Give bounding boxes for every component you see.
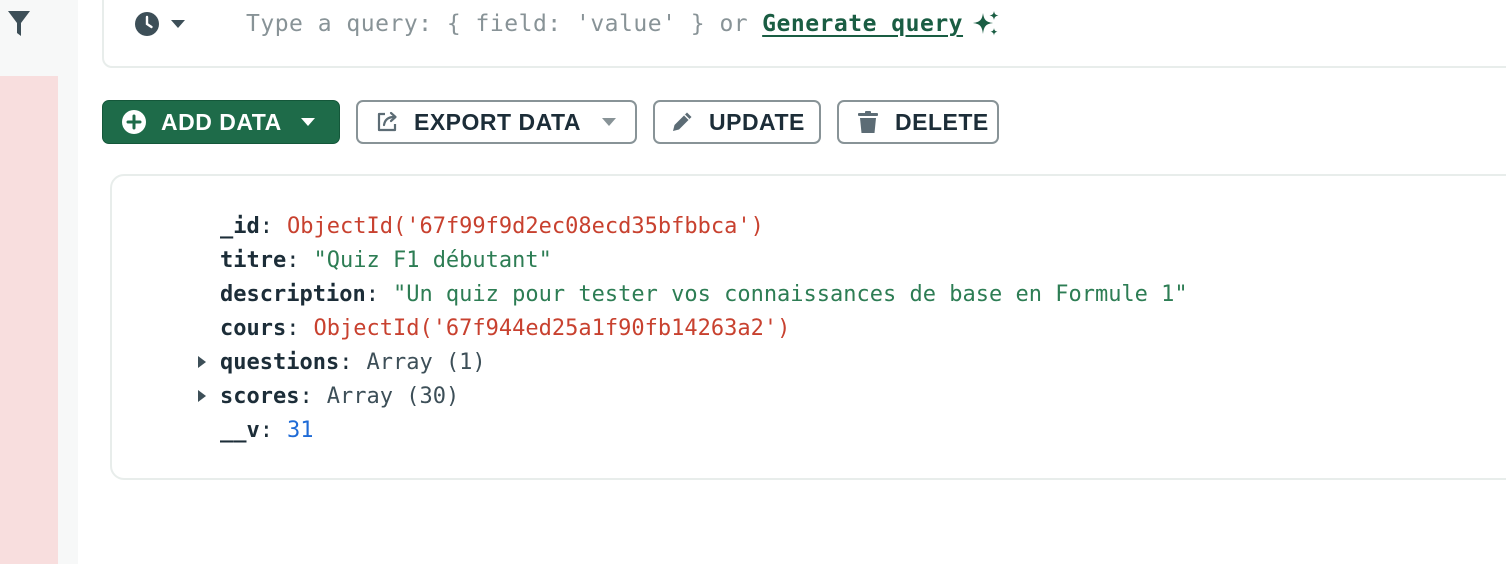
update-button[interactable]: UPDATE <box>653 100 821 144</box>
query-history-button[interactable] <box>134 10 194 38</box>
chevron-down-icon <box>300 118 315 126</box>
field-separator: : <box>259 213 273 239</box>
field-value: Array (30) <box>326 383 460 409</box>
documents-view: Type a query: { field: 'value' } or Gene… <box>0 0 1506 564</box>
field-key: description <box>220 281 366 307</box>
filter-icon[interactable] <box>6 8 32 38</box>
field-value: "Quiz F1 débutant" <box>313 247 552 273</box>
export-data-label: EXPORT DATA <box>414 108 581 135</box>
left-rail-header <box>0 0 58 76</box>
add-data-button[interactable]: ADD DATA <box>102 100 340 144</box>
query-input[interactable]: Type a query: { field: 'value' } or Gene… <box>246 6 1001 42</box>
left-rail-highlight <box>0 76 58 564</box>
export-icon <box>377 111 397 132</box>
field-key: scores <box>220 383 300 409</box>
field-value: ObjectId('67f99f9d2ec08ecd35bfbbca') <box>287 213 764 239</box>
field-separator: : <box>339 349 353 375</box>
field-separator: : <box>286 315 300 341</box>
field-key: questions <box>220 349 340 375</box>
field-separator: : <box>299 383 313 409</box>
document-field-cours: cours : ObjectId('67f944ed25a1f90fb14263… <box>220 312 790 344</box>
export-data-button[interactable]: EXPORT DATA <box>356 100 637 144</box>
field-separator: : <box>259 417 273 443</box>
expand-scores-caret-icon[interactable] <box>196 389 208 403</box>
add-data-label: ADD DATA <box>161 108 282 135</box>
field-key: __v <box>220 417 260 443</box>
document-field-questions[interactable]: questions : Array (1) <box>220 346 486 378</box>
field-value: ObjectId('67f944ed25a1f90fb14263a2') <box>313 315 791 341</box>
document-field-titre: titre : "Quiz F1 débutant" <box>220 244 552 276</box>
delete-button[interactable]: DELETE <box>837 100 999 144</box>
field-key: titre <box>220 247 287 273</box>
field-value: Array (1) <box>366 349 486 375</box>
field-value: 31 <box>287 417 314 443</box>
field-separator: : <box>286 247 300 273</box>
field-value: "Un quiz pour tester vos connaissances d… <box>392 281 1188 307</box>
sparkle-icon[interactable] <box>971 9 1001 39</box>
clock-icon <box>135 12 159 36</box>
field-separator: : <box>365 281 379 307</box>
expand-questions-caret-icon[interactable] <box>196 355 208 369</box>
generate-query-link[interactable]: Generate query <box>762 11 963 37</box>
document-field-id: _id : ObjectId('67f99f9d2ec08ecd35bfbbca… <box>220 210 764 242</box>
chevron-down-icon <box>171 20 185 28</box>
chevron-down-icon <box>601 118 616 126</box>
query-placeholder: Type a query: { field: 'value' } or <box>246 11 749 37</box>
document-field-v: __v : 31 <box>220 414 314 446</box>
field-key: cours <box>220 315 287 341</box>
plus-circle-icon <box>122 110 146 134</box>
document-field-description: description : "Un quiz pour tester vos c… <box>220 278 1188 310</box>
delete-label: DELETE <box>895 108 989 135</box>
field-key: _id <box>220 213 260 239</box>
document-field-scores[interactable]: scores : Array (30) <box>220 380 459 412</box>
update-label: UPDATE <box>709 108 805 135</box>
pencil-icon <box>673 112 692 131</box>
trash-icon <box>858 111 878 133</box>
